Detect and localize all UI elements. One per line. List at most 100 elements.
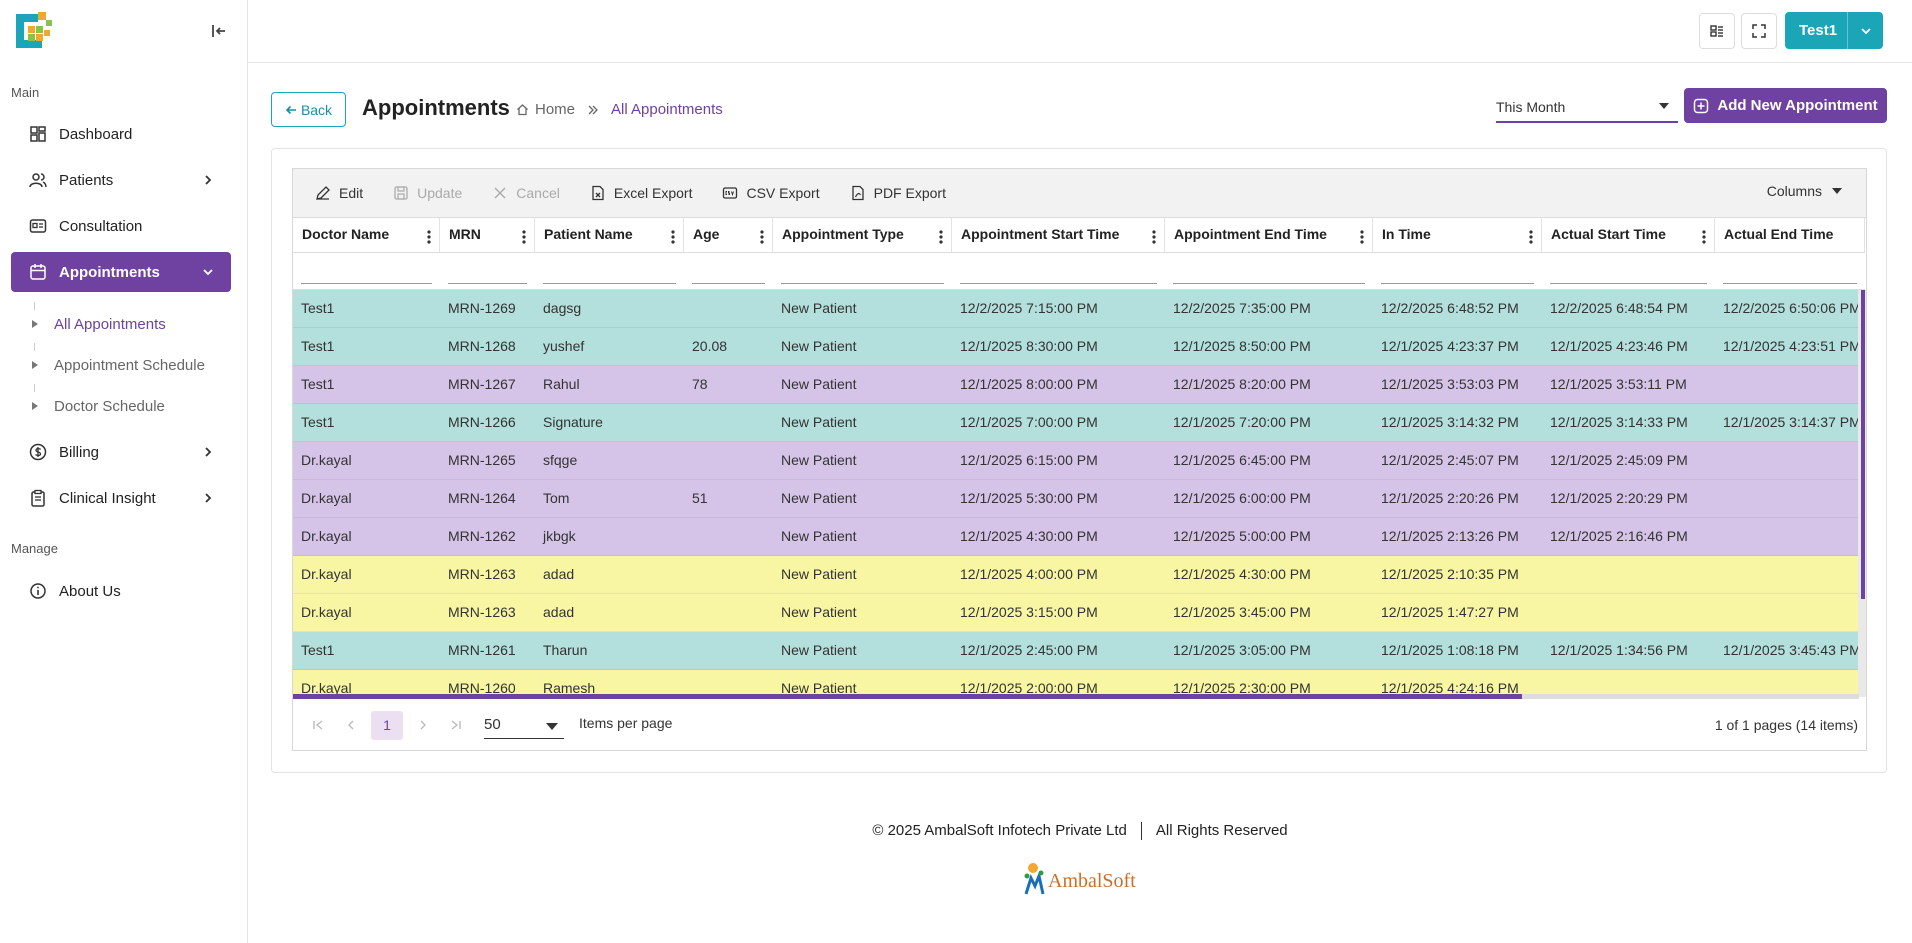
column-menu-icon[interactable]: [1152, 229, 1156, 245]
column-filter-input[interactable]: [1550, 263, 1707, 284]
table-cell: MRN-1265: [448, 452, 516, 468]
sidebar-item-consultation[interactable]: Consultation: [11, 206, 231, 246]
table-row[interactable]: Dr.kayal MRN-1262 jkbgk New Patient 12/1/202…: [293, 518, 1859, 556]
collapse-sidebar-icon[interactable]: [208, 20, 230, 42]
column-menu-icon[interactable]: [1529, 229, 1533, 245]
page-number-button[interactable]: 1: [371, 710, 403, 740]
sidebar-subitem-all-appointments[interactable]: All Appointments: [31, 311, 166, 337]
column-header[interactable]: Age: [684, 218, 773, 253]
page-size-dropdown[interactable]: 50: [484, 711, 564, 739]
column-header[interactable]: Doctor Name: [293, 218, 440, 253]
column-header[interactable]: Actual Start Time: [1542, 218, 1715, 253]
table-row[interactable]: Dr.kayal MRN-1260 Ramesh New Patient 12/1/20…: [293, 670, 1859, 697]
table-row[interactable]: Dr.kayal MRN-1265 sfqge New Patient 12/1/202…: [293, 442, 1859, 480]
table-row[interactable]: Dr.kayal MRN-1264 Tom 51 New Patient 12/1/202…: [293, 480, 1859, 518]
column-menu-icon[interactable]: [760, 229, 764, 245]
section-label-main: Main: [11, 85, 40, 100]
table-cell: 12/1/2025 8:00:00 PM: [960, 376, 1098, 392]
table-cell: 12/1/2025 2:13:26 PM: [1381, 528, 1519, 544]
previous-page-icon[interactable]: [338, 712, 364, 738]
layout-toggle-button[interactable]: [1699, 13, 1735, 49]
column-menu-icon[interactable]: [939, 229, 943, 245]
last-page-icon[interactable]: [443, 712, 469, 738]
chevron-down-icon[interactable]: [1847, 12, 1883, 49]
column-header[interactable]: MRN: [440, 218, 535, 253]
column-header[interactable]: Appointment Start Time: [952, 218, 1165, 253]
sidebar-subitem-doctor-schedule[interactable]: Doctor Schedule: [31, 393, 165, 419]
column-filter-input[interactable]: [1723, 263, 1857, 284]
column-filter-input[interactable]: [543, 263, 676, 284]
vertical-scrollbar-thumb[interactable]: [1861, 290, 1865, 599]
table-row[interactable]: Test1 MRN-1261 Tharun New Patient 12/1/2025 …: [293, 632, 1861, 670]
table-cell: 12/1/2025 2:30:00 PM: [1173, 680, 1311, 696]
cancel-button[interactable]: Cancel: [492, 185, 560, 201]
table-cell: MRN-1261: [448, 642, 516, 658]
table-row[interactable]: Test1 MRN-1268 yushef 20.08 New Patient 12/1/…: [293, 328, 1861, 366]
sidebar-item-billing[interactable]: Billing: [11, 432, 231, 472]
column-menu-icon[interactable]: [1360, 229, 1364, 245]
csv-export-button[interactable]: CSV Export: [722, 185, 820, 201]
breadcrumb-current: All Appointments: [611, 101, 723, 118]
excel-export-button[interactable]: Excel Export: [590, 185, 692, 201]
columns-chooser-button[interactable]: Columns: [1767, 183, 1842, 199]
table-cell: New Patient: [781, 528, 857, 544]
table-row[interactable]: Dr.kayal MRN-1263 adad New Patient 12/1/2025…: [293, 556, 1859, 594]
next-page-icon[interactable]: [410, 712, 436, 738]
column-header[interactable]: Appointment Type: [773, 218, 952, 253]
app-logo[interactable]: [12, 10, 54, 52]
column-filter-input[interactable]: [960, 263, 1157, 284]
period-dropdown[interactable]: This Month: [1496, 92, 1678, 123]
fullscreen-button[interactable]: [1741, 13, 1777, 49]
sidebar-item-patients[interactable]: Patients: [11, 160, 231, 200]
sidebar-subitem-appointment-schedule[interactable]: Appointment Schedule: [31, 352, 205, 378]
table-cell: 12/1/2025 2:45:09 PM: [1550, 452, 1688, 468]
period-value: This Month: [1496, 98, 1566, 115]
column-filter-input[interactable]: [781, 263, 944, 284]
update-button[interactable]: Update: [393, 185, 462, 201]
column-filter-input[interactable]: [1173, 263, 1365, 284]
column-header[interactable]: In Time: [1373, 218, 1542, 253]
sidebar-item-about-us[interactable]: About Us: [11, 571, 231, 611]
column-menu-icon[interactable]: [427, 229, 431, 245]
breadcrumb-home[interactable]: Home: [535, 101, 575, 118]
add-new-appointment-button[interactable]: Add New Appointment: [1684, 88, 1887, 123]
pdf-file-icon: [850, 185, 866, 201]
column-filter-input[interactable]: [448, 263, 527, 284]
column-menu-icon[interactable]: [522, 229, 526, 245]
column-header[interactable]: Actual End Time: [1715, 218, 1865, 253]
column-filter-input[interactable]: [692, 263, 765, 284]
table-row[interactable]: Test1 MRN-1267 Rahul 78 New Patient 12/1/2025…: [293, 366, 1859, 404]
table-cell: New Patient: [781, 642, 857, 658]
back-button[interactable]: Back: [271, 92, 346, 127]
table-cell: [684, 594, 773, 632]
column-menu-icon[interactable]: [671, 229, 675, 245]
user-menu-button[interactable]: Test1: [1785, 12, 1883, 49]
pdf-export-button[interactable]: PDF Export: [850, 185, 946, 201]
table-cell: MRN-1268: [448, 338, 516, 354]
first-page-icon[interactable]: [305, 712, 331, 738]
table-cell: New Patient: [781, 452, 857, 468]
table-row[interactable]: Test1 MRN-1269 dagsg New Patient 12/2/2025 7…: [293, 290, 1861, 328]
table-row[interactable]: Test1 MRN-1266 Signature New Patient 12/1/20…: [293, 404, 1861, 442]
column-filter-input[interactable]: [1381, 263, 1534, 284]
column-menu-icon[interactable]: [1702, 229, 1706, 245]
table-row[interactable]: Dr.kayal MRN-1263 adad New Patient 12/1/2025…: [293, 594, 1859, 632]
sidebar-item-appointments[interactable]: Appointments: [11, 252, 231, 292]
page-title: Appointments: [362, 95, 510, 120]
chevron-down-icon: [201, 265, 215, 279]
sidebar-item-label: Patients: [59, 171, 114, 189]
table-cell: Test1: [301, 642, 335, 658]
table-cell: Test1: [301, 376, 335, 392]
table-cell: [1715, 670, 1865, 697]
edit-button[interactable]: Edit: [315, 185, 363, 201]
column-header[interactable]: Patient Name: [535, 218, 684, 253]
sidebar-item-clinical-insight[interactable]: Clinical Insight: [11, 478, 231, 518]
column-header[interactable]: Appointment End Time: [1165, 218, 1373, 253]
table-cell: Test1: [301, 300, 335, 316]
sidebar-item-dashboard[interactable]: Dashboard: [11, 114, 231, 154]
column-filter-input[interactable]: [301, 263, 432, 284]
vertical-scrollbar[interactable]: [1858, 290, 1866, 697]
save-icon: [393, 185, 409, 201]
table-cell: 12/1/2025 3:53:03 PM: [1381, 376, 1519, 392]
table-cell: Dr.kayal: [301, 604, 352, 620]
